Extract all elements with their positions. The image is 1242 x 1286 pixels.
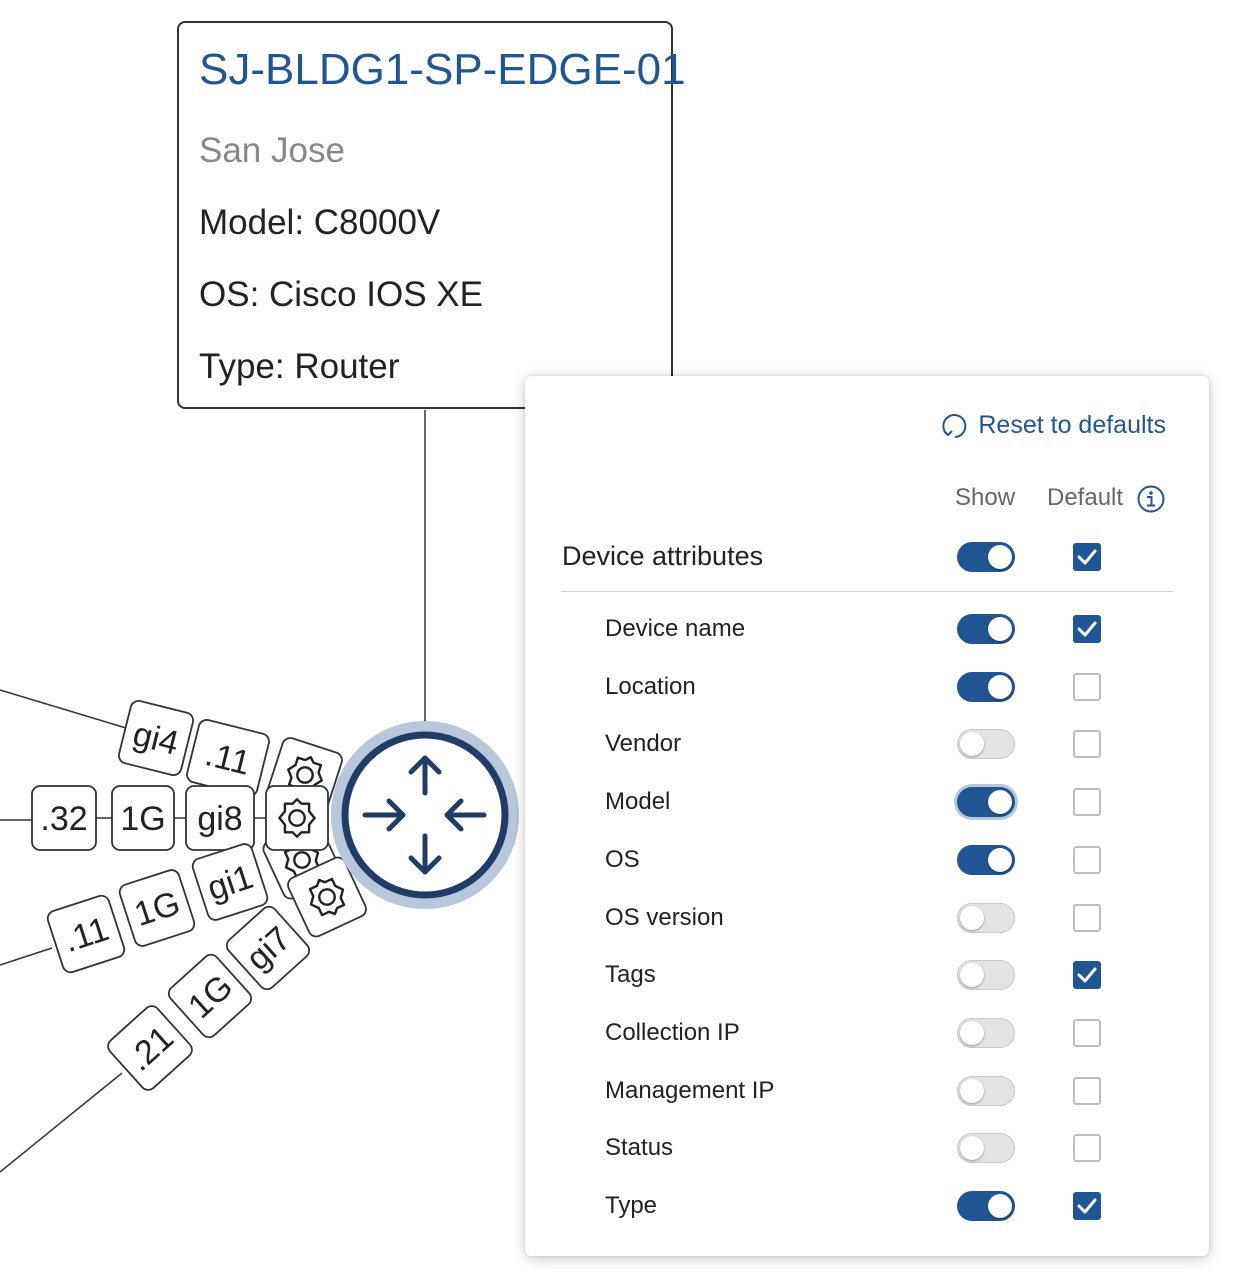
show-toggle-os[interactable]: [957, 845, 1015, 875]
port-speed-label[interactable]: 1G: [118, 868, 197, 948]
port-speed-label[interactable]: 1G: [111, 785, 175, 851]
attribute-label-status: Status: [605, 1134, 674, 1161]
show-toggle-location[interactable]: [957, 672, 1015, 702]
svg-text:1G: 1G: [120, 800, 165, 838]
device-location: San Jose: [199, 131, 345, 170]
router-node[interactable]: [331, 721, 519, 909]
attribute-label-collection-ip: Collection IP: [605, 1019, 740, 1046]
default-checkbox-tags[interactable]: [1073, 961, 1101, 989]
device-model: Model: C8000V: [199, 203, 441, 242]
attribute-label-os: OS: [605, 846, 640, 873]
show-toggle-vendor[interactable]: [957, 729, 1015, 759]
checkmark-icon: [1077, 621, 1097, 637]
ip-suffix-label[interactable]: .11: [46, 894, 127, 975]
interface-label[interactable]: gi1: [191, 842, 270, 922]
default-column-header: Default: [1047, 484, 1124, 511]
default-checkbox-device-name[interactable]: [1073, 615, 1101, 643]
attribute-label-tags: Tags: [605, 961, 656, 988]
info-icon[interactable]: [1136, 484, 1166, 514]
section-label-device-attributes: Device attributes: [562, 541, 764, 571]
default-checkbox-vendor[interactable]: [1073, 730, 1101, 758]
divider: [561, 591, 1173, 592]
reset-to-defaults-button[interactable]: Reset to defaults: [940, 410, 1166, 440]
show-toggle-os-version[interactable]: [957, 903, 1015, 933]
default-checkbox-os-version[interactable]: [1073, 904, 1101, 932]
checkmark-icon: [1077, 1198, 1097, 1214]
attribute-label-management-ip: Management IP: [605, 1077, 775, 1104]
show-toggle-status[interactable]: [957, 1133, 1015, 1163]
attribute-label-location: Location: [605, 673, 696, 700]
show-toggle-collection-ip[interactable]: [957, 1018, 1015, 1048]
link-line: [0, 1072, 123, 1173]
show-toggle-device-attributes[interactable]: [957, 542, 1015, 572]
show-toggle-model[interactable]: [957, 787, 1015, 817]
reset-icon: [942, 414, 967, 438]
show-toggle-device-name[interactable]: [957, 614, 1015, 644]
reset-label: Reset to defaults: [978, 410, 1166, 439]
show-toggle-tags[interactable]: [957, 960, 1015, 990]
show-toggle-management-ip[interactable]: [957, 1076, 1015, 1106]
device-info-card: SJ-BLDG1-SP-EDGE-01 San Jose Model: C800…: [177, 21, 686, 409]
attribute-label-model: Model: [605, 788, 671, 815]
attribute-label-vendor: Vendor: [605, 730, 682, 757]
default-checkbox-device-attributes[interactable]: [1073, 543, 1101, 571]
checkmark-icon: [1077, 549, 1097, 565]
attribute-label-os-version: OS version: [605, 904, 724, 931]
ip-suffix-label[interactable]: .21: [105, 1003, 195, 1093]
show-toggle-type[interactable]: [957, 1191, 1015, 1221]
default-checkbox-management-ip[interactable]: [1073, 1077, 1101, 1105]
port-speed-label[interactable]: gi4: [117, 699, 195, 777]
attribute-label-type: Type: [605, 1192, 658, 1219]
gear-label[interactable]: [265, 785, 329, 851]
svg-text:.32: .32: [40, 800, 87, 838]
default-checkbox-location[interactable]: [1073, 673, 1101, 701]
default-checkbox-collection-ip[interactable]: [1073, 1019, 1101, 1047]
svg-text:gi8: gi8: [197, 800, 242, 838]
checkmark-icon: [1077, 967, 1097, 983]
default-checkbox-type[interactable]: [1073, 1192, 1101, 1220]
ip-suffix-label[interactable]: .32: [31, 785, 97, 851]
interface-label[interactable]: gi8: [185, 785, 255, 851]
device-name[interactable]: SJ-BLDG1-SP-EDGE-01: [199, 45, 686, 95]
device-type: Type: Router: [199, 347, 400, 386]
attribute-label-device-name: Device name: [605, 615, 746, 642]
default-checkbox-status[interactable]: [1073, 1134, 1101, 1162]
device-os: OS: Cisco IOS XE: [199, 275, 483, 314]
link-line: [0, 689, 127, 729]
display-settings-panel: Reset to defaults Show Default Device at…: [525, 376, 1209, 1256]
link-line: [0, 947, 53, 966]
default-checkbox-model[interactable]: [1073, 788, 1101, 816]
default-checkbox-os[interactable]: [1073, 846, 1101, 874]
show-column-header: Show: [955, 484, 1016, 511]
